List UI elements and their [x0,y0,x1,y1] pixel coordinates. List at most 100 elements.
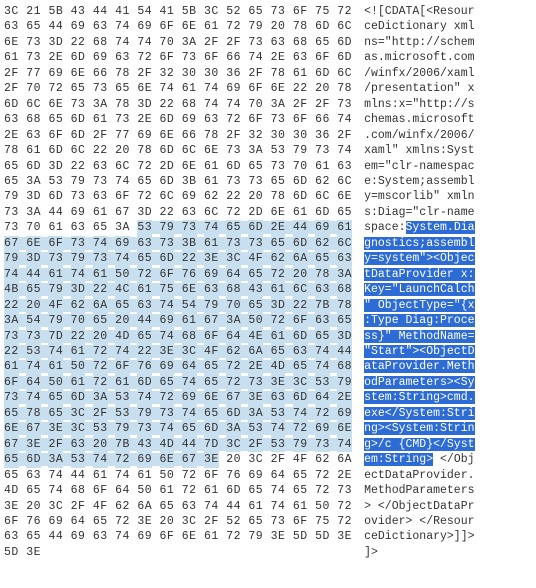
hex-byte[interactable]: 3C [248,452,263,467]
hex-byte[interactable]: 6E [137,81,152,96]
hex-byte[interactable]: 74 [48,483,63,498]
hex-byte[interactable]: 4F [48,298,63,313]
hex-byte[interactable]: 69 [160,313,175,328]
hex-byte[interactable]: 63 [71,220,86,235]
ascii-row[interactable]: y=system"><Objec [364,251,474,266]
hex-byte[interactable]: 3E [271,529,286,544]
hex-byte[interactable]: 6E [182,19,197,34]
hex-byte[interactable]: 22 [71,35,86,50]
hex-byte[interactable]: 67 [226,390,241,405]
hex-byte[interactable]: 50 [48,375,63,390]
hex-byte[interactable]: 30 [293,128,308,143]
ascii-row[interactable]: :Type Diag:Proce [364,313,474,328]
hex-byte[interactable]: 44 [337,344,352,359]
hex-byte[interactable]: 73 [226,174,241,189]
hex-byte[interactable]: 20 [26,499,41,514]
hex-byte[interactable]: 72 [93,359,108,374]
hex-byte[interactable]: 62 [315,452,330,467]
hex-byte[interactable]: 61 [293,66,308,81]
hex-byte[interactable]: 41 [160,4,175,19]
hex-byte[interactable]: 73 [271,514,286,529]
ascii-row[interactable]: ataProvider.Meth [364,359,474,374]
hex-byte[interactable]: 3E [4,499,19,514]
hex-byte[interactable]: 65 [4,452,19,467]
hex-byte[interactable]: 6E [204,143,219,158]
hex-byte[interactable]: 68 [71,483,86,498]
hex-byte[interactable]: 65 [337,205,352,220]
hex-byte[interactable]: 79 [248,19,263,34]
ascii-row[interactable]: ]> [364,545,474,560]
hex-byte[interactable]: 63 [271,390,286,405]
hex-byte[interactable]: 44 [93,4,108,19]
ascii-row[interactable]: gnostics;assembl [364,236,474,251]
hex-byte[interactable]: 63 [4,19,19,34]
hex-byte[interactable]: 72 [226,359,241,374]
hex-byte[interactable]: 78 [315,267,330,282]
hex-byte[interactable]: 3D [271,298,286,313]
hex-byte[interactable]: 69 [137,452,152,467]
hex-byte[interactable]: 6D [293,174,308,189]
hex-byte[interactable]: 66 [315,112,330,127]
hex-byte[interactable]: 72 [337,514,352,529]
hex-row[interactable]: 22 20 4F 62 6A 65 63 74 54 79 70 65 3D 2… [4,298,352,313]
hex-byte[interactable]: 73 [182,50,197,65]
hex-byte[interactable]: 74 [115,251,130,266]
hex-byte[interactable]: 6F [204,468,219,483]
hex-byte[interactable]: 61 [293,205,308,220]
hex-byte[interactable]: 73 [160,406,175,421]
hex-row[interactable]: 63 65 44 69 63 74 69 6F 6E 61 72 79 3E 5… [4,529,352,544]
hex-byte[interactable]: 2E [48,50,63,65]
hex-byte[interactable]: 68 [337,282,352,297]
hex-byte[interactable]: 77 [26,66,41,81]
hex-byte[interactable]: 63 [293,50,308,65]
hex-row[interactable]: 79 3D 73 79 73 74 65 6D 22 3E 3C 4F 62 6… [4,251,352,266]
hex-byte[interactable]: 6A [293,251,308,266]
hex-byte[interactable]: 6E [182,282,197,297]
hex-byte[interactable]: 44 [26,267,41,282]
hex-byte[interactable]: 6D [337,50,352,65]
hex-byte[interactable]: 65 [4,174,19,189]
hex-row[interactable]: 63 65 44 69 63 74 69 6F 6E 61 72 79 20 7… [4,19,352,34]
hex-byte[interactable]: 2F [204,514,219,529]
hex-byte[interactable]: 65 [315,329,330,344]
hex-byte[interactable]: 6E [182,159,197,174]
hex-byte[interactable]: 73 [248,236,263,251]
hex-byte[interactable]: 6C [71,143,86,158]
ascii-row[interactable]: ceDictionary>]]> [364,529,474,544]
hex-byte[interactable]: 72 [48,81,63,96]
ascii-row[interactable]: chemas.microsoft [364,112,474,127]
hex-byte[interactable]: 63 [315,282,330,297]
hex-byte[interactable]: 74 [337,143,352,158]
hex-byte[interactable]: 65 [115,81,130,96]
hex-byte[interactable]: 63 [26,128,41,143]
hex-byte[interactable]: 3C [293,375,308,390]
hex-byte[interactable]: 53 [71,452,86,467]
hex-byte[interactable]: 69 [93,50,108,65]
ascii-row[interactable]: ng><System:Strin [364,421,474,436]
hex-byte[interactable]: 3E [26,545,41,560]
hex-byte[interactable]: 6F [293,313,308,328]
hex-byte[interactable]: 79 [248,529,263,544]
hex-row[interactable]: 2F 77 69 6E 66 78 2F 32 30 30 36 2F 78 6… [4,66,352,81]
hex-byte[interactable]: 73 [93,81,108,96]
hex-row[interactable]: 63 68 65 6D 61 73 2E 6D 69 63 72 6F 73 6… [4,112,352,127]
hex-byte[interactable]: 73 [26,329,41,344]
hex-byte[interactable]: 72 [93,344,108,359]
hex-byte[interactable]: 72 [337,499,352,514]
hex-byte[interactable]: 61 [48,220,63,235]
hex-byte[interactable]: 68 [226,282,241,297]
hex-byte[interactable]: 61 [160,483,175,498]
hex-byte[interactable]: 67 [182,452,197,467]
hex-byte[interactable]: 65 [293,468,308,483]
hex-row[interactable]: 3C 21 5B 43 44 41 54 41 5B 3C 52 65 73 6… [4,4,352,19]
hex-byte[interactable]: 79 [4,189,19,204]
hex-byte[interactable]: 65 [182,421,197,436]
hex-byte[interactable]: 65 [48,406,63,421]
hex-byte[interactable]: 3C [182,344,197,359]
hex-byte[interactable]: 70 [26,220,41,235]
hex-row[interactable]: 6E 67 3E 3C 53 79 73 74 65 6D 3A 53 74 7… [4,421,352,436]
hex-row[interactable]: 3E 20 3C 2F 4F 62 6A 65 63 74 44 61 74 6… [4,499,352,514]
hex-byte[interactable]: 70 [71,313,86,328]
hex-byte[interactable]: 4D [271,359,286,374]
hex-byte[interactable]: 6E [182,529,197,544]
